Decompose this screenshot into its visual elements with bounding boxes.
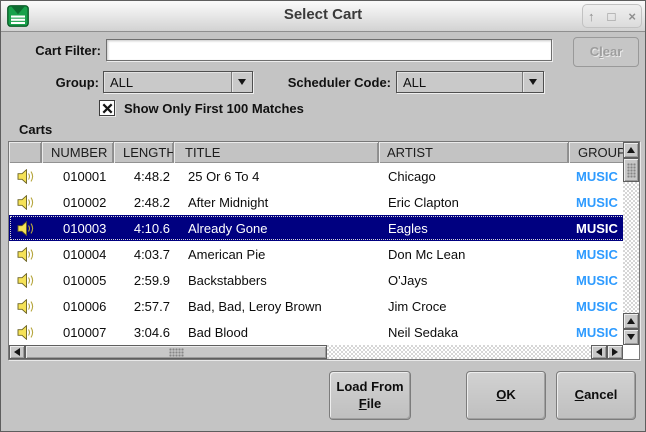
speaker-icon — [9, 319, 42, 345]
cart-artist[interactable]: Eric Clapton — [379, 189, 569, 215]
cart-title[interactable]: Bad Blood — [174, 319, 379, 345]
cart-number[interactable]: 010001 — [42, 163, 114, 189]
cart-number[interactable]: 010003 — [42, 215, 114, 241]
speaker-icon — [9, 189, 42, 215]
cart-title[interactable]: American Pie — [174, 241, 379, 267]
grip-icon — [627, 163, 636, 178]
arrow-up-icon — [627, 147, 635, 153]
cart-filter-label: Cart Filter: — [1, 43, 101, 58]
show-only-first-100-checkbox[interactable] — [99, 100, 115, 116]
table-row[interactable]: 010002 2:48.2 After Midnight Eric Clapto… — [9, 189, 639, 215]
cart-length[interactable]: 4:10.6 — [114, 215, 174, 241]
close-button[interactable]: × — [628, 10, 636, 23]
cart-title[interactable]: 25 Or 6 To 4 — [174, 163, 379, 189]
speaker-icon — [9, 215, 42, 241]
window-controls: ↑ □ × — [582, 4, 642, 28]
speaker-icon — [9, 293, 42, 319]
group-combobox-value: ALL — [104, 75, 231, 90]
cart-length[interactable]: 2:48.2 — [114, 189, 174, 215]
scroll-right-button[interactable] — [607, 345, 623, 359]
cart-number[interactable]: 010004 — [42, 241, 114, 267]
cart-artist[interactable]: Eagles — [379, 215, 569, 241]
table-row[interactable]: 010001 4:48.2 25 Or 6 To 4 Chicago MUSIC — [9, 163, 639, 189]
scroll-down-button[interactable] — [623, 329, 639, 345]
cart-filter-input[interactable] — [106, 39, 552, 61]
cart-length[interactable]: 2:59.9 — [114, 267, 174, 293]
arrow-left-icon — [596, 348, 602, 356]
scheduler-code-combobox-arrow[interactable] — [522, 72, 543, 92]
select-cart-dialog: Select Cart ↑ □ × Cart Filter: Clear Gro… — [0, 0, 646, 432]
header-artist[interactable]: ARTIST — [379, 142, 569, 163]
scheduler-code-combobox[interactable]: ALL — [396, 71, 544, 93]
table-row[interactable]: 010006 2:57.7 Bad, Bad, Leroy Brown Jim … — [9, 293, 639, 319]
table-row[interactable]: 010005 2:59.9 Backstabbers O'Jays MUSIC — [9, 267, 639, 293]
cart-artist[interactable]: Chicago — [379, 163, 569, 189]
cart-length[interactable]: 4:03.7 — [114, 241, 174, 267]
cart-number[interactable]: 010005 — [42, 267, 114, 293]
horizontal-scrollbar-track[interactable] — [327, 345, 591, 359]
cart-artist[interactable]: Don Mc Lean — [379, 241, 569, 267]
cart-title[interactable]: Already Gone — [174, 215, 379, 241]
cancel-button[interactable]: Cancel — [556, 371, 636, 420]
carts-table-header: NUMBER LENGTH TITLE ARTIST GROUP — [9, 142, 639, 163]
header-icon-column[interactable] — [9, 142, 42, 163]
vertical-scrollbar[interactable] — [623, 142, 639, 345]
cart-length[interactable]: 2:57.7 — [114, 293, 174, 319]
cart-number[interactable]: 010002 — [42, 189, 114, 215]
scroll-left-button[interactable] — [9, 345, 25, 359]
header-title[interactable]: TITLE — [174, 142, 379, 163]
scroll-up-button[interactable] — [623, 142, 639, 158]
clear-button[interactable]: Clear — [573, 37, 639, 67]
cart-title[interactable]: After Midnight — [174, 189, 379, 215]
window-title: Select Cart — [1, 6, 645, 23]
table-body: 010001 4:48.2 25 Or 6 To 4 Chicago MUSIC… — [9, 163, 639, 345]
arrow-left-icon — [14, 348, 20, 356]
header-number[interactable]: NUMBER — [42, 142, 114, 163]
titlebar[interactable]: Select Cart ↑ □ × — [1, 1, 645, 32]
cart-length[interactable]: 3:04.6 — [114, 319, 174, 345]
cart-length[interactable]: 4:48.2 — [114, 163, 174, 189]
horizontal-scrollbar[interactable] — [9, 345, 623, 359]
carts-section-label: Carts — [19, 122, 52, 137]
cart-number[interactable]: 010007 — [42, 319, 114, 345]
table-row[interactable]: 010007 3:04.6 Bad Blood Neil Sedaka MUSI… — [9, 319, 639, 345]
group-label: Group: — [1, 75, 99, 90]
scroll-left-button-right[interactable] — [591, 345, 607, 359]
scroll-up-button-bottom[interactable] — [623, 313, 639, 329]
maximize-button[interactable]: □ — [608, 10, 616, 23]
cart-artist[interactable]: O'Jays — [379, 267, 569, 293]
load-from-file-button[interactable]: Load From File — [329, 371, 411, 420]
cart-artist[interactable]: Jim Croce — [379, 293, 569, 319]
chevron-down-icon — [529, 79, 537, 85]
arrow-up-icon — [627, 318, 635, 324]
arrow-right-icon — [612, 348, 618, 356]
header-length[interactable]: LENGTH — [114, 142, 174, 163]
scheduler-code-combobox-value: ALL — [397, 75, 522, 90]
vertical-scrollbar-track[interactable] — [623, 182, 639, 313]
shade-button[interactable]: ↑ — [588, 10, 595, 23]
carts-table: NUMBER LENGTH TITLE ARTIST GROUP 010001 … — [9, 142, 639, 359]
vertical-scrollbar-thumb[interactable] — [623, 158, 639, 182]
table-row[interactable]: 010004 4:03.7 American Pie Don Mc Lean M… — [9, 241, 639, 267]
speaker-icon — [9, 241, 42, 267]
table-row[interactable]: 010003 4:10.6 Already Gone Eagles MUSIC — [9, 215, 639, 241]
group-combobox[interactable]: ALL — [103, 71, 253, 93]
arrow-down-icon — [627, 334, 635, 340]
cart-title[interactable]: Backstabbers — [174, 267, 379, 293]
grip-icon — [169, 348, 184, 357]
cart-number[interactable]: 010006 — [42, 293, 114, 319]
checkbox-check-icon — [102, 103, 113, 114]
scheduler-code-label: Scheduler Code: — [241, 75, 391, 90]
horizontal-scrollbar-thumb[interactable] — [25, 345, 327, 359]
speaker-icon — [9, 163, 42, 189]
show-only-first-100-label: Show Only First 100 Matches — [124, 101, 304, 116]
cart-title[interactable]: Bad, Bad, Leroy Brown — [174, 293, 379, 319]
cart-artist[interactable]: Neil Sedaka — [379, 319, 569, 345]
speaker-icon — [9, 267, 42, 293]
ok-button[interactable]: OK — [466, 371, 546, 420]
